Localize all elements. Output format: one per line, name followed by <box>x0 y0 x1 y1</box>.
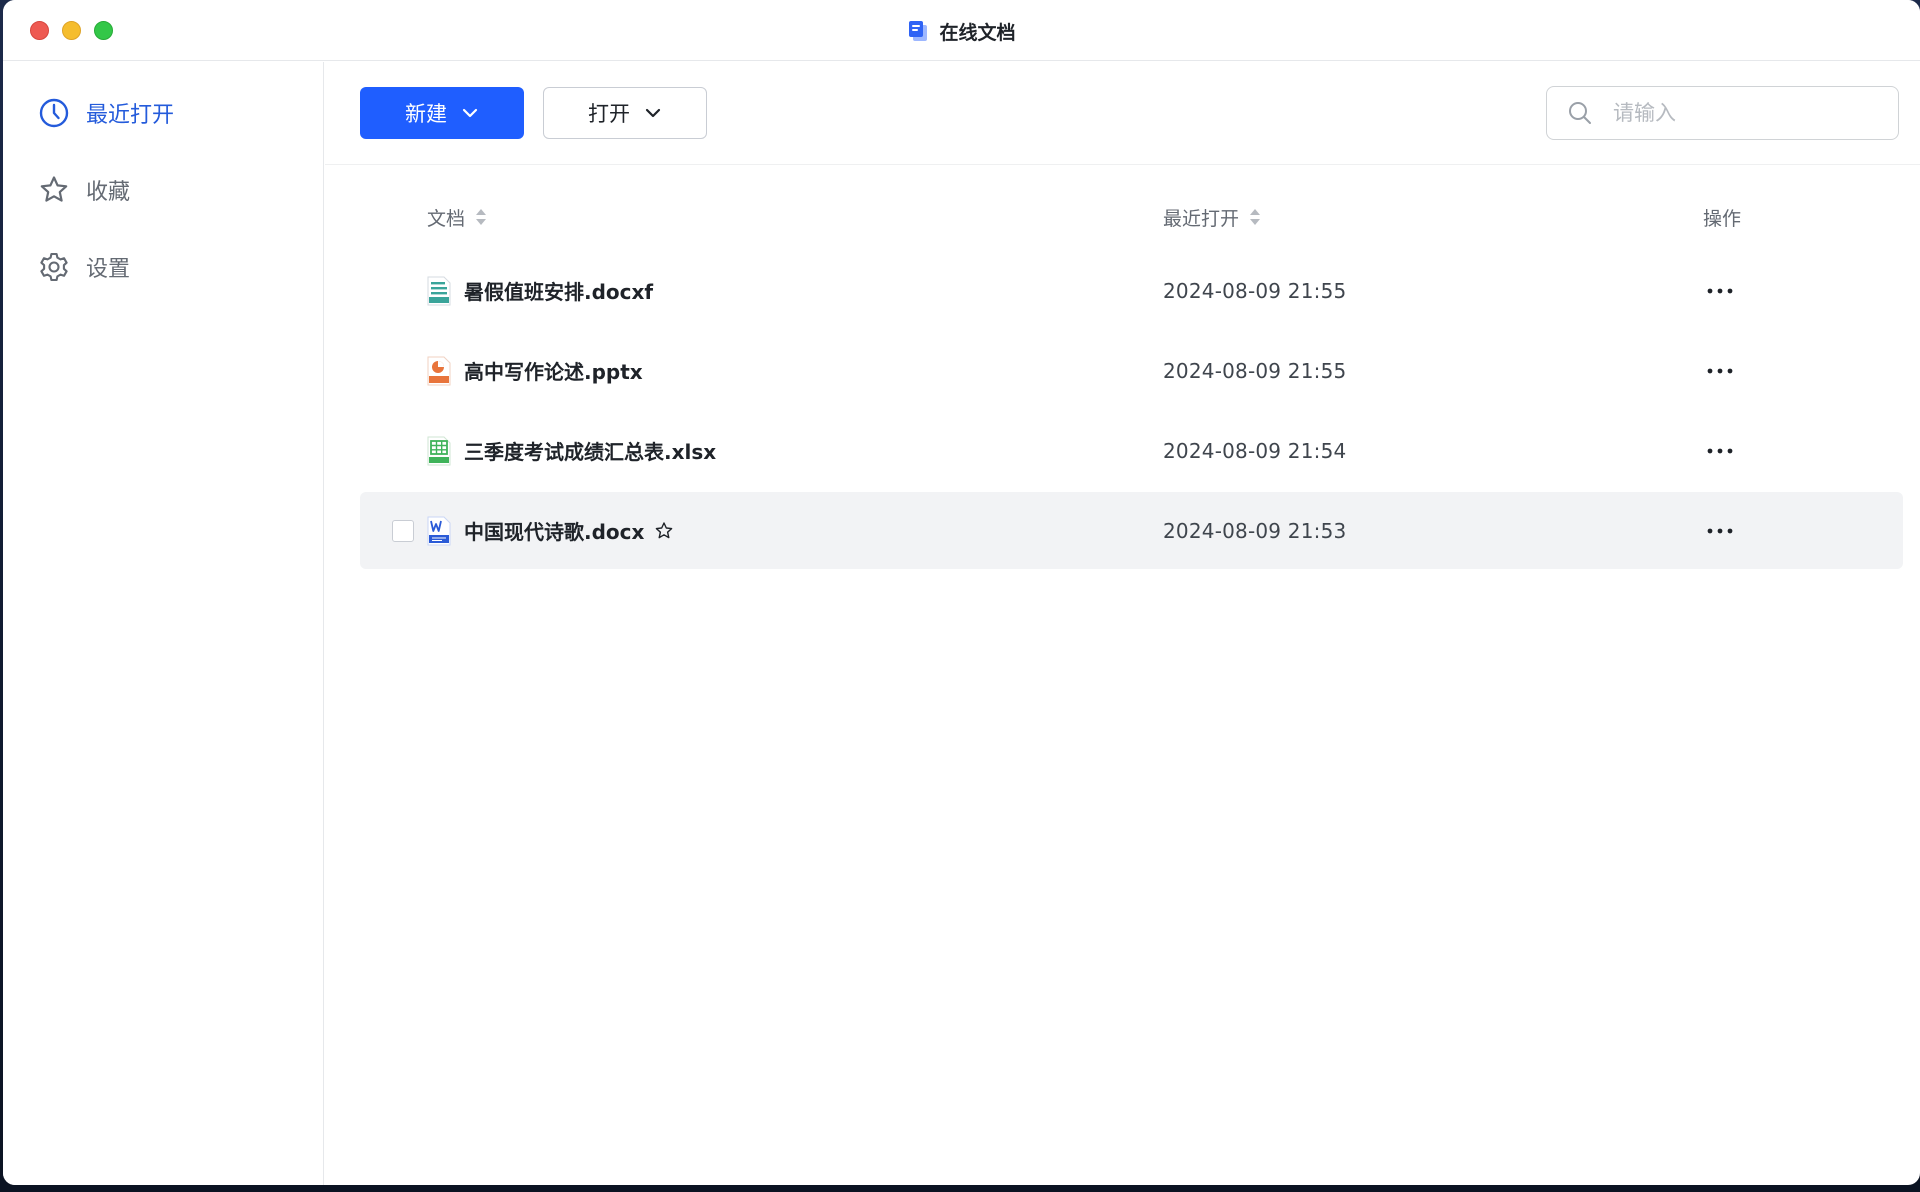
more-horizontal-icon <box>1705 287 1735 295</box>
more-actions-button[interactable] <box>1700 492 1740 569</box>
more-horizontal-icon <box>1705 367 1735 375</box>
last-opened-cell: 2024-08-09 21:55 <box>1163 252 1346 329</box>
new-button[interactable]: 新建 <box>360 87 524 139</box>
gear-icon <box>38 251 70 283</box>
last-opened-cell: 2024-08-09 21:53 <box>1163 492 1346 569</box>
column-header-label: 操作 <box>1703 204 1741 231</box>
column-header-document[interactable]: 文档 <box>427 200 487 234</box>
sort-icon <box>475 207 487 227</box>
window-title: 在线文档 <box>939 18 1015 45</box>
pptx-file-icon <box>426 356 452 386</box>
docx-file-icon <box>426 516 452 546</box>
sidebar-item-recent[interactable]: 最近打开 <box>38 93 174 133</box>
table-header: 文档 最近打开 操作 <box>360 200 1903 234</box>
open-button[interactable]: 打开 <box>543 87 707 139</box>
more-actions-button[interactable] <box>1700 412 1740 489</box>
title-bar: 在线文档 <box>3 0 1920 61</box>
search-input[interactable] <box>1613 101 1863 125</box>
docxf-file-icon <box>426 276 452 306</box>
toolbar: 新建 打开 <box>325 62 1920 165</box>
star-icon <box>38 174 70 206</box>
search-box[interactable] <box>1546 86 1899 140</box>
last-opened-cell: 2024-08-09 21:54 <box>1163 412 1346 489</box>
favorite-star-icon[interactable] <box>654 521 674 541</box>
table-row[interactable]: 三季度考试成绩汇总表.xlsx 2024-08-09 21:54 <box>360 412 1903 489</box>
app-window: 在线文档 最近打开 收藏 设置 新建 <box>3 0 1920 1185</box>
chevron-down-icon <box>461 104 479 122</box>
document-name-cell: 三季度考试成绩汇总表.xlsx <box>426 412 716 489</box>
last-opened-cell: 2024-08-09 21:55 <box>1163 332 1346 409</box>
row-checkbox[interactable] <box>392 520 414 542</box>
table-row[interactable]: 中国现代诗歌.docx 2024-08-09 21:53 <box>360 492 1903 569</box>
document-name-cell: 高中写作论述.pptx <box>426 332 643 409</box>
document-name[interactable]: 高中写作论述.pptx <box>464 356 643 385</box>
column-header-label: 文档 <box>427 204 465 231</box>
window-title-group: 在线文档 <box>3 18 1920 44</box>
column-header-actions: 操作 <box>1703 200 1741 234</box>
document-name[interactable]: 暑假值班安排.docxf <box>464 276 653 305</box>
document-name-cell: 中国现代诗歌.docx <box>426 492 674 569</box>
more-horizontal-icon <box>1705 527 1735 535</box>
chevron-down-icon <box>644 104 662 122</box>
new-button-label: 新建 <box>405 98 447 128</box>
clock-icon <box>38 97 70 129</box>
table-row[interactable]: 高中写作论述.pptx 2024-08-09 21:55 <box>360 332 1903 409</box>
column-header-label: 最近打开 <box>1163 204 1239 231</box>
document-name[interactable]: 三季度考试成绩汇总表.xlsx <box>464 436 716 465</box>
more-actions-button[interactable] <box>1700 252 1740 329</box>
search-icon <box>1567 100 1593 126</box>
column-header-last-opened[interactable]: 最近打开 <box>1163 200 1261 234</box>
row-select-cell <box>392 492 414 569</box>
sidebar: 最近打开 收藏 设置 <box>3 62 324 1185</box>
sidebar-item-label: 设置 <box>86 251 130 283</box>
table-row[interactable]: 暑假值班安排.docxf 2024-08-09 21:55 <box>360 252 1903 329</box>
sort-icon <box>1249 207 1261 227</box>
sidebar-item-label: 最近打开 <box>86 97 174 129</box>
document-name[interactable]: 中国现代诗歌.docx <box>464 516 644 545</box>
document-app-icon <box>907 20 929 42</box>
document-name-cell: 暑假值班安排.docxf <box>426 252 653 329</box>
sidebar-item-label: 收藏 <box>86 174 130 206</box>
open-button-label: 打开 <box>588 98 630 128</box>
sidebar-item-favorites[interactable]: 收藏 <box>38 170 130 210</box>
more-horizontal-icon <box>1705 447 1735 455</box>
xlsx-file-icon <box>426 436 452 466</box>
more-actions-button[interactable] <box>1700 332 1740 409</box>
sidebar-item-settings[interactable]: 设置 <box>38 247 130 287</box>
